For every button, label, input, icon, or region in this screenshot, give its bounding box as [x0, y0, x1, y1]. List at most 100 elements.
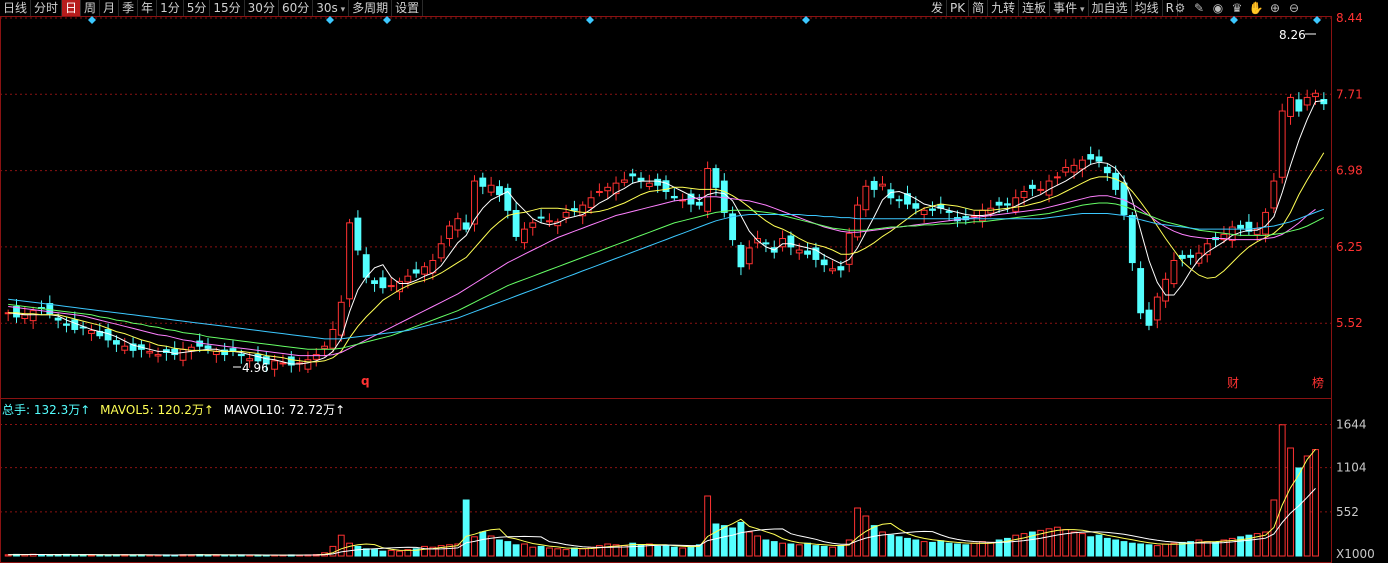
eye-icon[interactable]: ◉ — [1210, 0, 1226, 16]
volume-bar — [679, 547, 687, 557]
candle-body — [271, 360, 279, 370]
volume-bar — [887, 534, 895, 557]
candle-body — [529, 222, 537, 228]
period-tab-4[interactable]: 月 — [100, 0, 120, 16]
q-marker[interactable]: q — [361, 374, 370, 388]
volume-bar — [1153, 545, 1161, 557]
period-tab-12[interactable]: 30s — [313, 0, 350, 16]
price-tick-label: 6.25 — [1336, 240, 1363, 254]
volume-bar — [912, 539, 920, 557]
volume-bar — [379, 550, 387, 557]
function-tab-6[interactable]: 加自选 — [1089, 0, 1132, 16]
candle-body — [1112, 172, 1120, 190]
candle-body — [670, 195, 678, 199]
candle-body — [804, 250, 811, 255]
candle-body — [787, 235, 795, 248]
period-tab-10[interactable]: 30分 — [245, 0, 279, 16]
candle-body — [729, 213, 737, 241]
function-tab-5[interactable]: 事件 — [1050, 0, 1089, 16]
hand-icon[interactable]: ✋ — [1248, 0, 1264, 16]
candle-body — [496, 186, 503, 196]
volume-bar — [1295, 467, 1303, 557]
candle-body — [88, 330, 95, 334]
period-tab-9[interactable]: 15分 — [210, 0, 245, 16]
period-tab-11[interactable]: 60分 — [279, 0, 314, 16]
volume-bar — [687, 545, 695, 557]
candle-body — [1053, 176, 1061, 179]
settings-icon[interactable]: ⚙ — [1172, 0, 1188, 16]
volume-bar — [812, 545, 820, 557]
zoom-in-icon[interactable]: ⊕ — [1267, 0, 1283, 16]
period-tab-5[interactable]: 季 — [119, 0, 139, 16]
candle-body — [71, 319, 79, 330]
volume-tick-label: 1644 — [1336, 417, 1367, 431]
kline-chart[interactable]: 8.44 7.71 6.98 6.25 5.52 1644 1104 552 X1000 — [0, 0, 1388, 563]
period-tab-2[interactable]: 日 — [62, 0, 82, 16]
volume-bar — [779, 542, 786, 557]
candle-body — [1020, 191, 1028, 198]
volume-bar — [737, 521, 745, 557]
candle-body — [362, 254, 370, 278]
price-tick-label: 8.44 — [1336, 11, 1363, 25]
candle-body — [1203, 243, 1211, 256]
period-tab-1[interactable]: 分时 — [31, 0, 63, 16]
volume-bar — [1145, 544, 1153, 557]
volume-bar — [1312, 449, 1319, 557]
volume-bar — [512, 544, 520, 557]
zoom-out-icon[interactable]: ⊖ — [1286, 0, 1302, 16]
function-tab-2[interactable]: 简 — [969, 0, 989, 16]
volume-bar — [529, 546, 537, 557]
period-tab-13[interactable]: 多周期 — [349, 0, 393, 16]
volume-bar — [854, 507, 861, 557]
candle-body — [279, 362, 287, 365]
volume-bar — [862, 515, 870, 557]
period-tab-7[interactable]: 1分 — [157, 0, 184, 16]
candle-body — [1237, 224, 1244, 229]
candle-body — [446, 225, 453, 239]
volume-bar — [820, 545, 828, 557]
volume-bar — [1128, 542, 1136, 557]
mavol10-line — [8, 488, 1316, 556]
function-tab-3[interactable]: 九转 — [988, 0, 1020, 16]
period-tab-3[interactable]: 周 — [81, 0, 101, 16]
candle-body — [421, 266, 428, 275]
finance-marker[interactable]: 财 — [1227, 374, 1239, 391]
volume-bar — [662, 545, 670, 557]
candle-body — [454, 218, 462, 231]
volume-bar — [987, 541, 995, 557]
candle-body — [1287, 96, 1294, 117]
candle-body — [113, 340, 120, 345]
candle-body — [604, 186, 612, 192]
volume-bar — [371, 549, 378, 557]
volume-bar — [496, 539, 503, 557]
candle-body — [521, 228, 528, 244]
candle-body — [654, 178, 662, 186]
candle-body — [1095, 156, 1103, 162]
period-tab-0[interactable]: 日线 — [0, 0, 32, 16]
candle-body — [762, 242, 770, 245]
volume-bar — [762, 539, 770, 557]
candle-body — [379, 277, 387, 289]
candle-body — [1128, 215, 1136, 264]
rank-marker[interactable]: 榜 — [1312, 374, 1324, 391]
function-tab-0[interactable]: 发 — [928, 0, 948, 16]
draw-pen-icon[interactable]: ✎ — [1191, 0, 1207, 16]
chart-frame — [0, 16, 1332, 563]
volume-bar — [579, 548, 587, 557]
period-tab-14[interactable]: 设置 — [392, 0, 424, 16]
function-tab-4[interactable]: 连板 — [1019, 0, 1051, 16]
mavol5-line — [8, 448, 1316, 556]
candle-body — [237, 353, 245, 357]
function-tab-1[interactable]: PK — [947, 0, 970, 16]
mask-icon[interactable]: ♛ — [1229, 0, 1245, 16]
candle-body — [629, 173, 637, 177]
candle-body — [1162, 278, 1170, 302]
candle-body — [1037, 188, 1045, 191]
function-tab-7[interactable]: 均线 — [1132, 0, 1163, 16]
period-tab-6[interactable]: 年 — [138, 0, 158, 16]
volume-bar — [704, 495, 712, 557]
volume-bar — [804, 542, 811, 557]
period-tab-8[interactable]: 5分 — [184, 0, 211, 16]
candle-body — [404, 275, 412, 283]
volume-bar — [479, 531, 487, 557]
